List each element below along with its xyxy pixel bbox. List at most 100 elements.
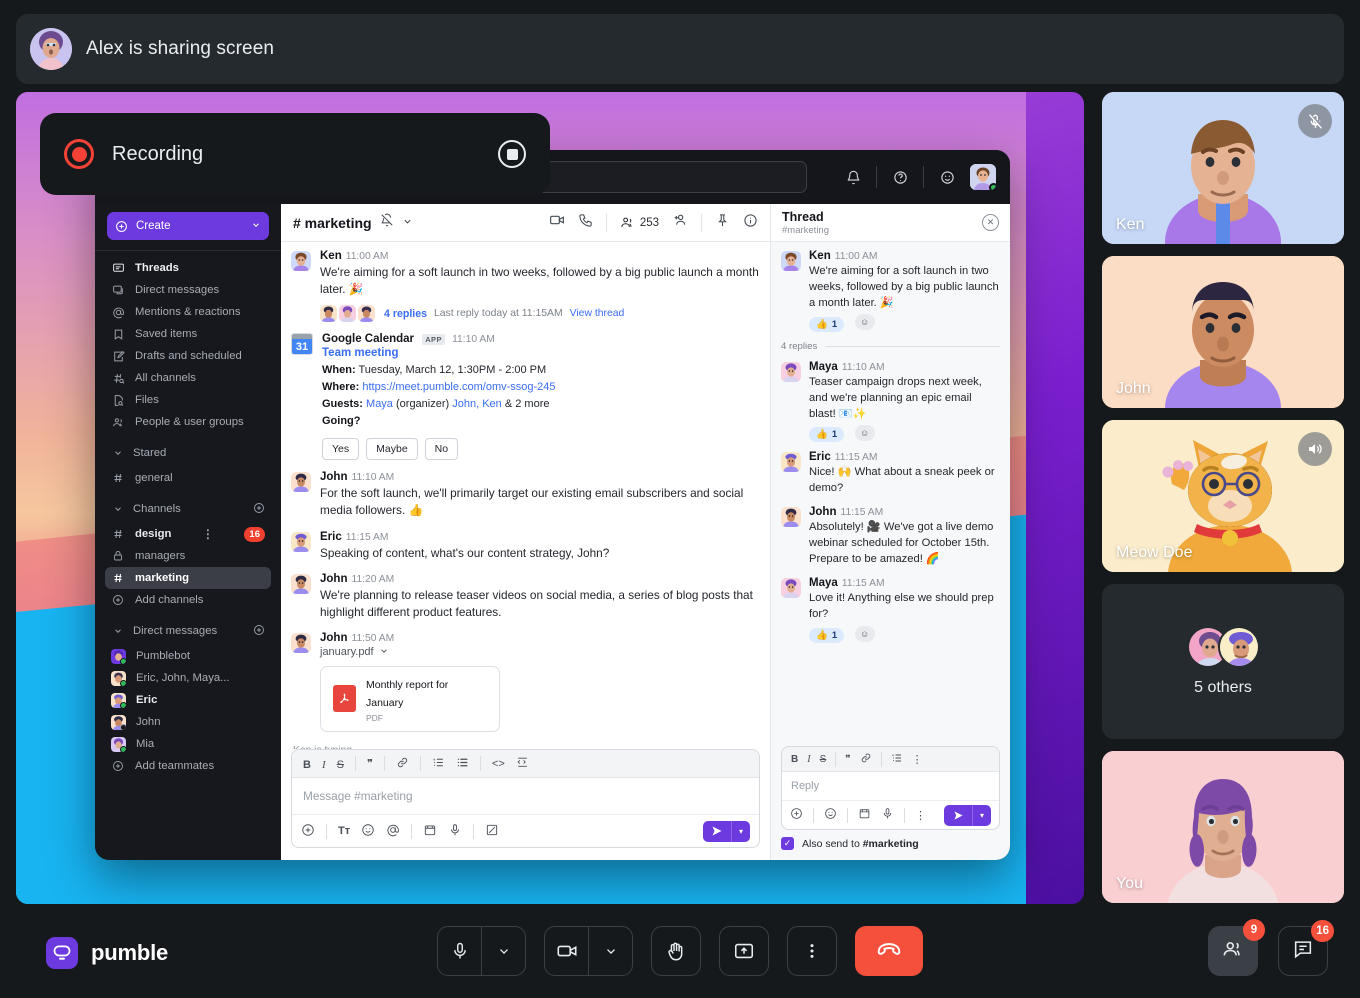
sidebar-dm-mia[interactable]: Mia xyxy=(105,733,271,755)
sidebar-item-people[interactable]: People & user groups xyxy=(105,411,271,433)
video-icon[interactable] xyxy=(549,212,565,233)
sidebar-item-saved-items[interactable]: Saved items xyxy=(105,323,271,345)
add-reaction-icon[interactable]: ☺ xyxy=(855,314,875,330)
ordered-list-icon[interactable] xyxy=(432,756,445,772)
sidebar-item-threads[interactable]: Threads xyxy=(105,257,271,279)
mention-icon[interactable] xyxy=(386,823,400,840)
participants-button[interactable]: 9 xyxy=(1208,926,1258,976)
rsvp-no-button[interactable]: No xyxy=(425,438,458,460)
ordered-list-icon[interactable] xyxy=(891,752,903,767)
bold-icon[interactable]: B xyxy=(303,757,311,771)
participant-tile-john[interactable]: John xyxy=(1102,256,1344,408)
link-icon[interactable] xyxy=(860,752,872,767)
sidebar-group-channels[interactable]: Channels xyxy=(105,497,271,521)
microphone-icon[interactable] xyxy=(448,823,462,840)
rsvp-yes-button[interactable]: Yes xyxy=(322,438,359,460)
bold-icon[interactable]: B xyxy=(791,753,798,765)
chat-button[interactable]: 16 xyxy=(1278,926,1328,976)
share-screen-button[interactable] xyxy=(719,926,769,976)
plus-icon[interactable] xyxy=(301,823,315,840)
sidebar-item-add-channels[interactable]: Add channels xyxy=(105,589,271,611)
add-channel-icon[interactable] xyxy=(253,502,265,517)
sidebar-item-direct-messages[interactable]: Direct messages xyxy=(105,279,271,301)
reaction-chip[interactable]: 👍 1 xyxy=(809,317,844,332)
others-participants-tile[interactable]: 5 others xyxy=(1102,584,1344,739)
more-icon[interactable]: ⋮ xyxy=(912,753,923,766)
video-clip-icon[interactable] xyxy=(423,823,437,840)
quote-icon[interactable]: ❞ xyxy=(367,757,373,770)
create-button[interactable]: Create xyxy=(107,212,269,240)
text-format-icon[interactable]: Tт xyxy=(338,825,350,837)
sidebar-item-general[interactable]: general xyxy=(105,467,271,489)
italic-icon[interactable]: I xyxy=(322,757,326,771)
stop-recording-button[interactable] xyxy=(498,140,526,168)
sidebar-dm-group[interactable]: Eric, John, Maya... xyxy=(105,667,271,689)
view-thread-link[interactable]: View thread xyxy=(570,308,625,319)
link-icon[interactable] xyxy=(396,756,409,772)
reaction-chip[interactable]: 👍 1 xyxy=(809,427,844,442)
more-icon[interactable]: ⋮ xyxy=(915,809,926,822)
member-count[interactable]: 253 xyxy=(620,215,659,230)
guest-list[interactable]: John, Ken xyxy=(452,398,502,410)
chevron-down-icon[interactable] xyxy=(402,214,413,232)
sidebar-item-all-channels[interactable]: All channels xyxy=(105,367,271,389)
camera-control[interactable] xyxy=(544,926,633,976)
thread-reply-input[interactable]: Reply xyxy=(782,772,999,801)
bullet-list-icon[interactable] xyxy=(456,756,469,772)
sidebar-dm-eric[interactable]: Eric xyxy=(105,689,271,711)
strikethrough-icon[interactable]: S xyxy=(337,757,344,771)
sidebar-dm-pumblebot[interactable]: Pumblebot xyxy=(105,645,271,667)
pin-icon[interactable] xyxy=(715,213,730,233)
add-reaction-icon[interactable]: ☺ xyxy=(855,425,875,441)
help-icon[interactable] xyxy=(889,166,911,188)
emoji-icon[interactable] xyxy=(824,807,837,823)
file-name-row[interactable]: january.pdf xyxy=(320,646,760,659)
emoji-icon[interactable] xyxy=(361,823,375,840)
chevron-down-icon[interactable] xyxy=(379,646,389,659)
add-reaction-icon[interactable]: ☺ xyxy=(855,626,875,642)
event-where-link[interactable]: https://meet.pumble.com/omv-ssog-245 xyxy=(362,381,555,393)
also-send-row[interactable]: ✓ Also send to #marketing xyxy=(771,837,1010,860)
quote-icon[interactable]: ❞ xyxy=(845,754,850,765)
shared-screen-stage[interactable]: Create Threads xyxy=(16,92,1084,904)
sidebar-item-add-teammates[interactable]: Add teammates xyxy=(105,755,271,777)
file-attachment-card[interactable]: Monthly report for January PDF xyxy=(320,666,500,732)
microphone-options-chevron-down-icon[interactable] xyxy=(482,927,525,975)
send-options-icon[interactable]: ▾ xyxy=(973,805,991,826)
italic-icon[interactable]: I xyxy=(807,753,810,765)
video-clip-icon[interactable] xyxy=(858,807,871,823)
sidebar-item-drafts[interactable]: Drafts and scheduled xyxy=(105,345,271,367)
sidebar-dm-john[interactable]: John xyxy=(105,711,271,733)
code-icon[interactable]: <> xyxy=(492,758,505,770)
sidebar-group-stared[interactable]: Stared xyxy=(105,441,271,465)
code-block-icon[interactable] xyxy=(516,756,529,772)
send-options-icon[interactable]: ▾ xyxy=(732,821,750,842)
sidebar-item-design[interactable]: design ⋮ 16 xyxy=(105,523,271,545)
thread-send-button[interactable]: ▾ xyxy=(944,805,991,826)
participant-tile-you[interactable]: You xyxy=(1102,751,1344,903)
thread-summary[interactable]: 4 replies Last reply today at 11:15AM Vi… xyxy=(320,305,760,322)
info-icon[interactable] xyxy=(743,213,758,233)
raise-hand-button[interactable] xyxy=(651,926,701,976)
reaction-chip[interactable]: 👍 1 xyxy=(809,628,844,643)
more-vertical-icon[interactable]: ⋮ xyxy=(202,527,214,541)
microphone-control[interactable] xyxy=(437,926,526,976)
hangup-button[interactable] xyxy=(855,926,923,976)
strikethrough-icon[interactable]: S xyxy=(820,753,827,765)
close-icon[interactable]: ✕ xyxy=(982,214,999,231)
add-member-icon[interactable] xyxy=(672,212,688,233)
bell-icon[interactable] xyxy=(842,166,864,188)
thread-composer[interactable]: B I S ❞ ⋮ Reply xyxy=(781,746,1000,830)
rsvp-maybe-button[interactable]: Maybe xyxy=(366,438,418,460)
sidebar-item-files[interactable]: Files xyxy=(105,389,271,411)
more-options-button[interactable] xyxy=(787,926,837,976)
camera-options-chevron-down-icon[interactable] xyxy=(589,927,632,975)
emoji-icon[interactable] xyxy=(936,166,958,188)
sidebar-item-managers[interactable]: managers xyxy=(105,545,271,567)
channel-name[interactable]: # marketing xyxy=(293,215,372,231)
add-dm-icon[interactable] xyxy=(253,624,265,639)
canvas-icon[interactable] xyxy=(485,823,499,840)
also-send-checkbox[interactable]: ✓ xyxy=(781,837,794,850)
mute-bell-icon[interactable] xyxy=(380,213,394,232)
message-input[interactable]: Message #marketing xyxy=(292,778,759,815)
